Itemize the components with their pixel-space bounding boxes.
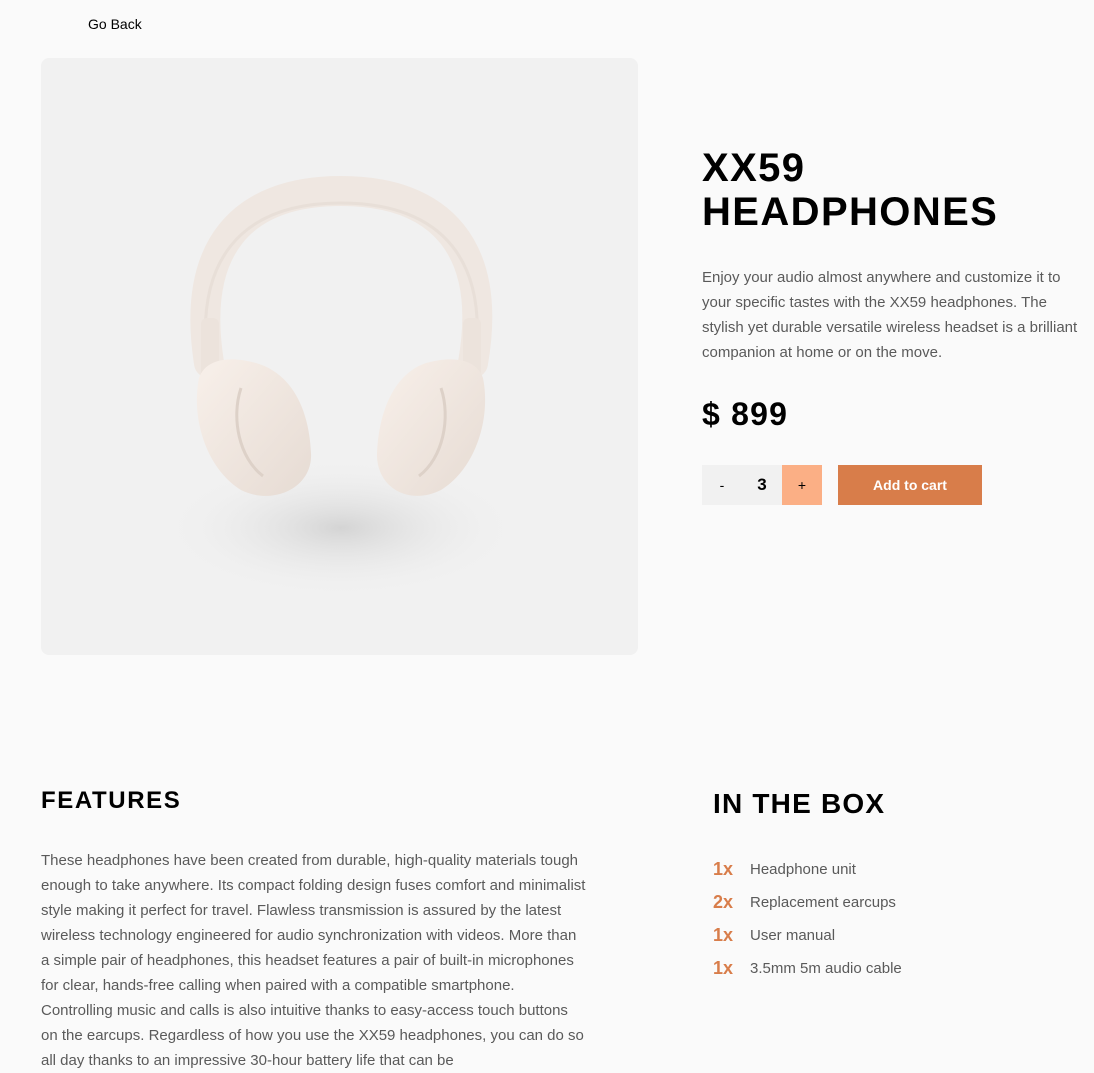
add-to-cart-button[interactable]: Add to cart (838, 465, 982, 505)
list-item: 1x Headphone unit (713, 853, 902, 886)
item-label: User manual (750, 927, 836, 944)
features-heading: FEATURES (41, 787, 182, 814)
item-quantity: 1x (713, 958, 734, 978)
decrease-quantity-button[interactable]: - (702, 465, 742, 505)
increase-quantity-button[interactable]: + (782, 465, 822, 505)
list-item: 2x Replacement earcups (713, 886, 902, 919)
quantity-stepper: - 3 + (702, 465, 822, 505)
headphones-image (161, 175, 521, 598)
product-description: Enjoy your audio almost anywhere and cus… (702, 269, 1078, 361)
go-back-link[interactable]: Go Back (88, 16, 142, 32)
item-label: Replacement earcups (750, 894, 896, 911)
item-label: 3.5mm 5m audio cable (750, 960, 902, 977)
list-item: 1x 3.5mm 5m audio cable (713, 952, 902, 985)
features-text: These headphones have been created from … (41, 852, 586, 1069)
item-quantity: 1x (713, 859, 734, 879)
product-title: XX59 HEADPHONES (702, 146, 999, 234)
list-item: 1x User manual (713, 919, 902, 952)
item-label: Headphone unit (750, 861, 856, 878)
item-quantity: 1x (713, 925, 734, 945)
in-the-box-list: 1x Headphone unit 2x Replacement earcups… (713, 853, 902, 985)
quantity-value: 3 (757, 475, 767, 494)
product-image (41, 58, 638, 655)
in-the-box-heading: IN THE BOX (713, 788, 886, 819)
item-quantity: 2x (713, 892, 734, 912)
product-price: $ 899 (702, 396, 789, 432)
